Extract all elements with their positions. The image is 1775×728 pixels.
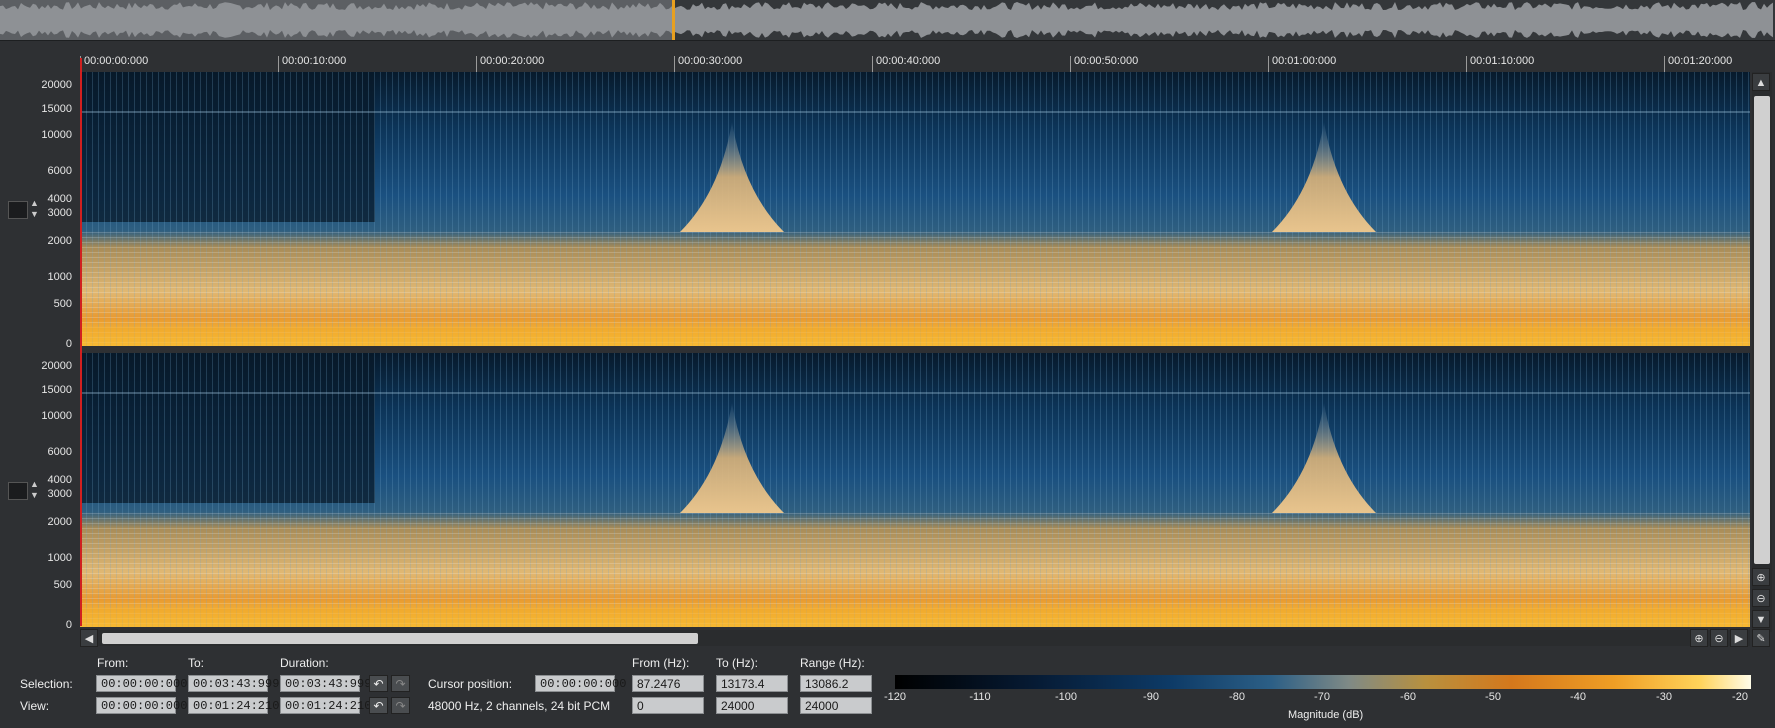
- zoom-in-vertical-button[interactable]: ⊕: [1752, 568, 1770, 586]
- hz-label: 2000: [47, 516, 72, 528]
- view-from-field[interactable]: 00:00:00:000: [96, 697, 187, 714]
- scroll-up-button[interactable]: ▲: [1752, 73, 1770, 91]
- channel-2-toggle[interactable]: ▲ ▼: [8, 479, 39, 501]
- time-ruler[interactable]: 00:00:00:000 00:00:10:000 00:00:20:000 0…: [80, 50, 1743, 72]
- hz-label: 2000: [47, 235, 72, 247]
- overview-waveform[interactable]: [0, 0, 1775, 41]
- time-tick-label: 00:00:50:000: [1074, 55, 1139, 67]
- hz-label: 1000: [47, 552, 72, 564]
- colorbar-tick: -70: [1314, 691, 1330, 703]
- hz-label: 0: [65, 619, 72, 631]
- vertical-scroll-thumb[interactable]: [1754, 96, 1770, 564]
- view-to-field[interactable]: 00:01:24:210: [188, 697, 279, 714]
- scroll-down-button[interactable]: ▼: [1752, 610, 1770, 628]
- view-duration-field[interactable]: 00:01:24:210: [280, 697, 371, 714]
- header-from-hz: From (Hz):: [632, 656, 690, 670]
- view-row-label: View:: [20, 699, 50, 713]
- view-redo-icon[interactable]: ↷: [391, 697, 410, 714]
- channel-1-toggle[interactable]: ▲ ▼: [8, 198, 39, 220]
- colorbar-tick: -100: [1054, 691, 1078, 703]
- selection-to-field[interactable]: 00:03:43:999: [188, 675, 279, 692]
- time-tick-label: 00:00:10:000: [282, 55, 347, 67]
- colorbar-tick: -40: [1570, 691, 1586, 703]
- selection-undo-icon[interactable]: ↶: [369, 675, 388, 692]
- selection-to-hz-field[interactable]: 13173.4: [716, 675, 788, 692]
- selection-from-field[interactable]: 00:00:00:000: [96, 675, 187, 692]
- zoom-in-horizontal-button[interactable]: ⊕: [1690, 629, 1708, 647]
- magnitude-colorbar: [895, 675, 1751, 689]
- colorbar-tick: -50: [1485, 691, 1501, 703]
- colorbar-tick: -60: [1400, 691, 1416, 703]
- settings-wrench-icon[interactable]: ✎: [1752, 629, 1770, 647]
- hz-label: 1000: [47, 271, 72, 283]
- colorbar-tick: -20: [1732, 691, 1748, 703]
- hz-label: 15000: [41, 103, 72, 115]
- time-tick-label: 00:00:20:000: [480, 55, 545, 67]
- hz-label: 20000: [41, 79, 72, 91]
- header-to: To:: [188, 656, 205, 670]
- header-from: From:: [97, 656, 129, 670]
- view-range-hz-field[interactable]: 24000: [800, 697, 872, 714]
- time-tick-label: 00:00:00:000: [84, 55, 149, 67]
- view-from-hz-field[interactable]: 0: [632, 697, 704, 714]
- selection-redo-icon[interactable]: ↷: [391, 675, 410, 692]
- hz-label: 6000: [47, 446, 72, 458]
- channel-icon: [8, 482, 28, 500]
- header-range-hz: Range (Hz):: [800, 656, 865, 670]
- cursor-position-field[interactable]: 00:00:00:000: [535, 675, 626, 692]
- spectrogram-channel-1[interactable]: [80, 72, 1750, 346]
- overview-waveform-graphic: [0, 0, 1773, 40]
- colorbar-tick: -80: [1229, 691, 1245, 703]
- selection-duration-field[interactable]: 00:03:43:999: [280, 675, 371, 692]
- hz-label: 0: [65, 338, 72, 350]
- playhead-cursor[interactable]: [80, 58, 82, 626]
- hz-label: 6000: [47, 165, 72, 177]
- scroll-left-button[interactable]: ◀: [80, 629, 98, 647]
- hz-label: 20000: [41, 360, 72, 372]
- hz-label: 10000: [41, 129, 72, 141]
- channel-icon: [8, 201, 28, 219]
- selection-row-label: Selection:: [20, 677, 73, 691]
- hz-label: 10000: [41, 410, 72, 422]
- colorbar-label: Magnitude (dB): [1288, 709, 1364, 721]
- time-tick-label: 00:01:20:000: [1668, 55, 1733, 67]
- up-down-arrows-icon: ▲ ▼: [30, 198, 39, 219]
- colorbar-tick: -30: [1656, 691, 1672, 703]
- colorbar-tick: -120: [883, 691, 907, 703]
- horizontal-scroll-thumb[interactable]: [102, 633, 698, 644]
- selection-range-hz-field[interactable]: 13086.2: [800, 675, 872, 692]
- up-down-arrows-icon: ▲ ▼: [30, 479, 39, 500]
- spectrogram-graphic: [80, 353, 1750, 627]
- cursor-position-label: Cursor position:: [428, 677, 513, 691]
- header-duration: Duration:: [280, 656, 329, 670]
- time-tick-label: 00:01:00:000: [1272, 55, 1337, 67]
- hz-label: 15000: [41, 384, 72, 396]
- spectrogram-channel-2[interactable]: [80, 353, 1750, 627]
- view-to-hz-field[interactable]: 24000: [716, 697, 788, 714]
- selection-from-hz-field[interactable]: 87.2476: [632, 675, 704, 692]
- view-undo-icon[interactable]: ↶: [369, 697, 388, 714]
- colorbar-tick: -90: [1143, 691, 1159, 703]
- hz-label: 500: [53, 298, 72, 310]
- colorbar-tick: -110: [969, 691, 991, 703]
- format-info: 48000 Hz, 2 channels, 24 bit PCM: [428, 699, 611, 713]
- time-tick-label: 00:00:30:000: [678, 55, 743, 67]
- scroll-right-button[interactable]: ▶: [1730, 629, 1748, 647]
- time-tick-label: 00:01:10:000: [1470, 55, 1535, 67]
- zoom-out-vertical-button[interactable]: ⊖: [1752, 589, 1770, 607]
- hz-label: 500: [53, 579, 72, 591]
- header-to-hz: To (Hz):: [716, 656, 758, 670]
- time-tick-label: 00:00:40:000: [876, 55, 941, 67]
- zoom-out-horizontal-button[interactable]: ⊖: [1710, 629, 1728, 647]
- spectrogram-graphic: [80, 72, 1750, 346]
